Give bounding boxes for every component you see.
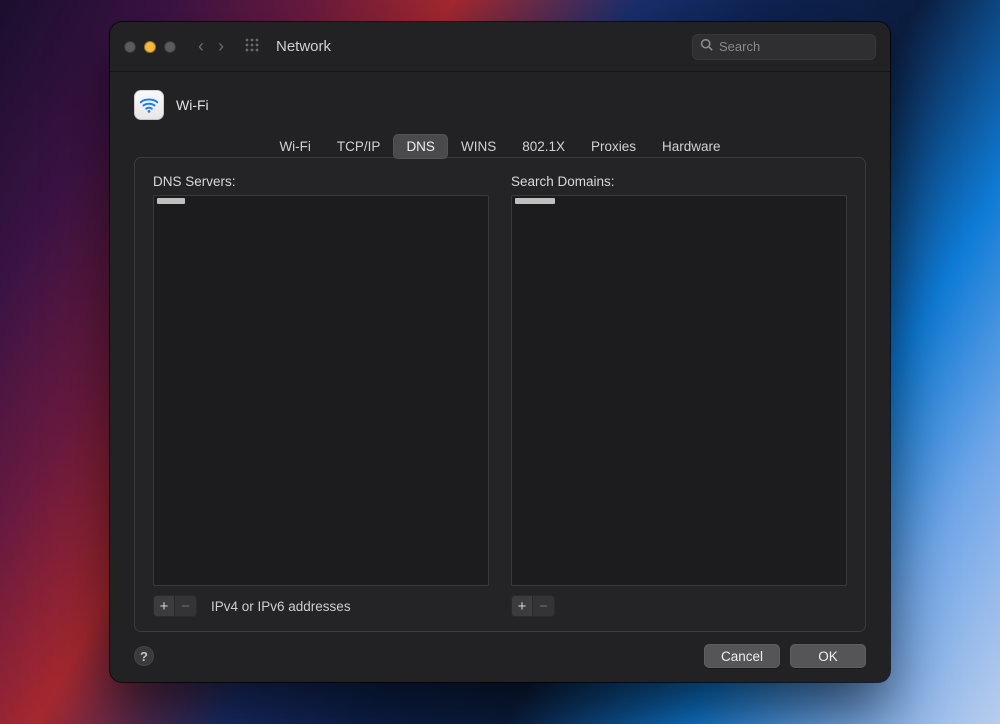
remove-dns-server-button[interactable]: − [175,595,197,617]
close-window-button[interactable] [124,41,136,53]
zoom-window-button[interactable] [164,41,176,53]
show-all-prefs-button[interactable] [244,37,260,57]
dns-servers-list[interactable] [153,195,489,586]
minimize-window-button[interactable] [144,41,156,53]
cancel-button[interactable]: Cancel [704,644,780,668]
tab-proxies[interactable]: Proxies [578,134,649,159]
search-domains-list[interactable] [511,195,847,586]
window-controls [124,41,176,53]
titlebar: ‹ › Network [110,22,890,72]
search-domains-label: Search Domains: [511,174,847,189]
add-search-domain-button[interactable]: + [511,595,533,617]
search-field[interactable] [692,34,876,60]
tab-tcpip[interactable]: TCP/IP [324,134,394,159]
settings-tabs: Wi-Fi TCP/IP DNS WINS 802.1X Proxies Har… [134,134,866,159]
network-preferences-window: ‹ › Network [110,22,890,682]
search-domains-column: Search Domains: + − [511,174,847,617]
window-title: Network [276,38,331,55]
interface-name: Wi-Fi [176,97,209,113]
content-area: Wi-Fi Wi-Fi TCP/IP DNS WINS 802.1X Proxi… [110,72,890,682]
add-dns-server-button[interactable]: + [153,595,175,617]
search-input[interactable] [719,39,895,54]
dns-servers-label: DNS Servers: [153,174,489,189]
tab-dns[interactable]: DNS [393,134,448,159]
search-icon [700,38,713,56]
remove-search-domain-button[interactable]: − [533,595,555,617]
dns-servers-column: DNS Servers: + − IPv4 or IPv6 addresses [153,174,489,617]
back-button[interactable]: ‹ [198,36,204,57]
list-item[interactable] [157,198,185,204]
dialog-footer: ? Cancel OK [134,632,866,668]
nav-arrows: ‹ › [198,36,224,57]
help-button[interactable]: ? [134,646,154,666]
tab-wifi[interactable]: Wi-Fi [266,134,323,159]
wifi-icon [134,90,164,120]
tab-hardware[interactable]: Hardware [649,134,734,159]
list-item[interactable] [515,198,555,204]
tab-8021x[interactable]: 802.1X [509,134,578,159]
forward-button[interactable]: › [218,36,224,57]
tab-wins[interactable]: WINS [448,134,509,159]
interface-header: Wi-Fi [134,90,866,120]
dns-servers-hint: IPv4 or IPv6 addresses [211,599,351,614]
dns-panel: DNS Servers: + − IPv4 or IPv6 addresses … [134,157,866,632]
ok-button[interactable]: OK [790,644,866,668]
